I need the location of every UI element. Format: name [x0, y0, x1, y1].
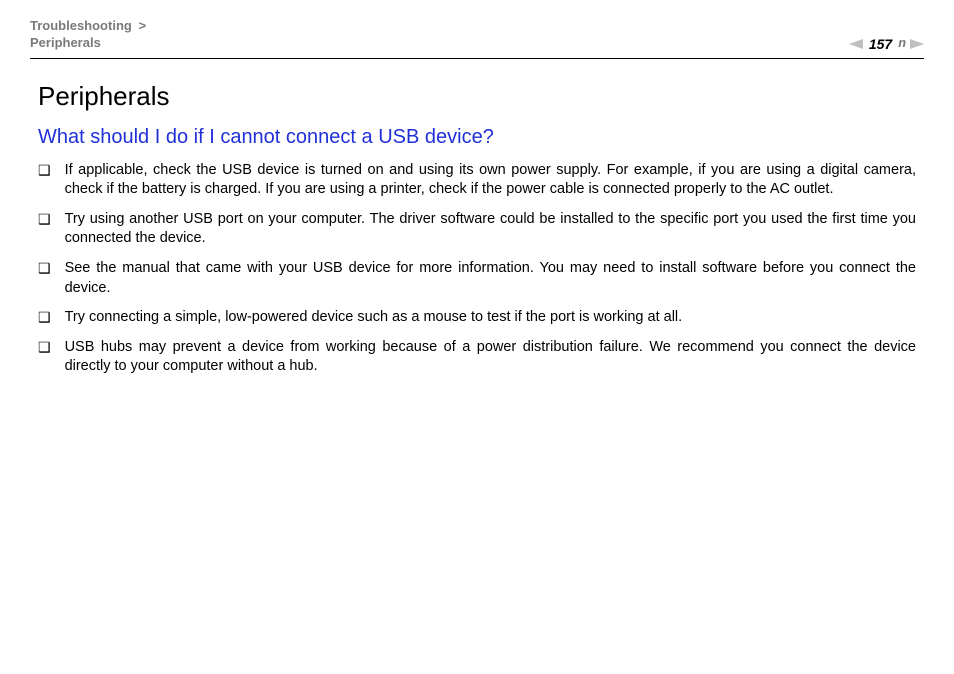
bullet-icon: ❑: [38, 211, 51, 228]
bullet-icon: ❑: [38, 162, 51, 179]
bullet-icon: ❑: [38, 339, 51, 356]
list-item: ❑ If applicable, check the USB device is…: [38, 161, 916, 200]
section-question: What should I do if I cannot connect a U…: [38, 126, 916, 149]
list-item-text: If applicable, check the USB device is t…: [65, 161, 916, 200]
pager: 157 n: [849, 36, 924, 52]
list-item-text: See the manual that came with your USB d…: [65, 259, 916, 298]
breadcrumb-top: Troubleshooting: [30, 18, 132, 33]
list-item: ❑ Try using another USB port on your com…: [38, 210, 916, 249]
bullet-icon: ❑: [38, 260, 51, 277]
list-item: ❑ See the manual that came with your USB…: [38, 259, 916, 298]
page-title: Peripherals: [38, 81, 916, 112]
checklist: ❑ If applicable, check the USB device is…: [38, 161, 916, 377]
list-item-text: Try connecting a simple, low-powered dev…: [65, 308, 916, 328]
bullet-icon: ❑: [38, 309, 51, 326]
page-content: Peripherals What should I do if I cannot…: [30, 81, 924, 377]
page-number: 157: [869, 36, 892, 52]
list-item-text: Try using another USB port on your compu…: [65, 210, 916, 249]
breadcrumb-bottom: Peripherals: [30, 35, 101, 50]
list-item: ❑ USB hubs may prevent a device from wor…: [38, 338, 916, 377]
page-header: Troubleshooting > Peripherals 157 n: [30, 18, 924, 59]
list-item-text: USB hubs may prevent a device from worki…: [65, 338, 916, 377]
breadcrumb: Troubleshooting > Peripherals: [30, 18, 149, 52]
prev-page-arrow-icon[interactable]: [849, 39, 863, 49]
breadcrumb-separator: >: [138, 18, 146, 33]
n-glyph: n: [898, 36, 906, 51]
list-item: ❑ Try connecting a simple, low-powered d…: [38, 308, 916, 328]
next-page-arrow-icon[interactable]: [910, 39, 924, 49]
